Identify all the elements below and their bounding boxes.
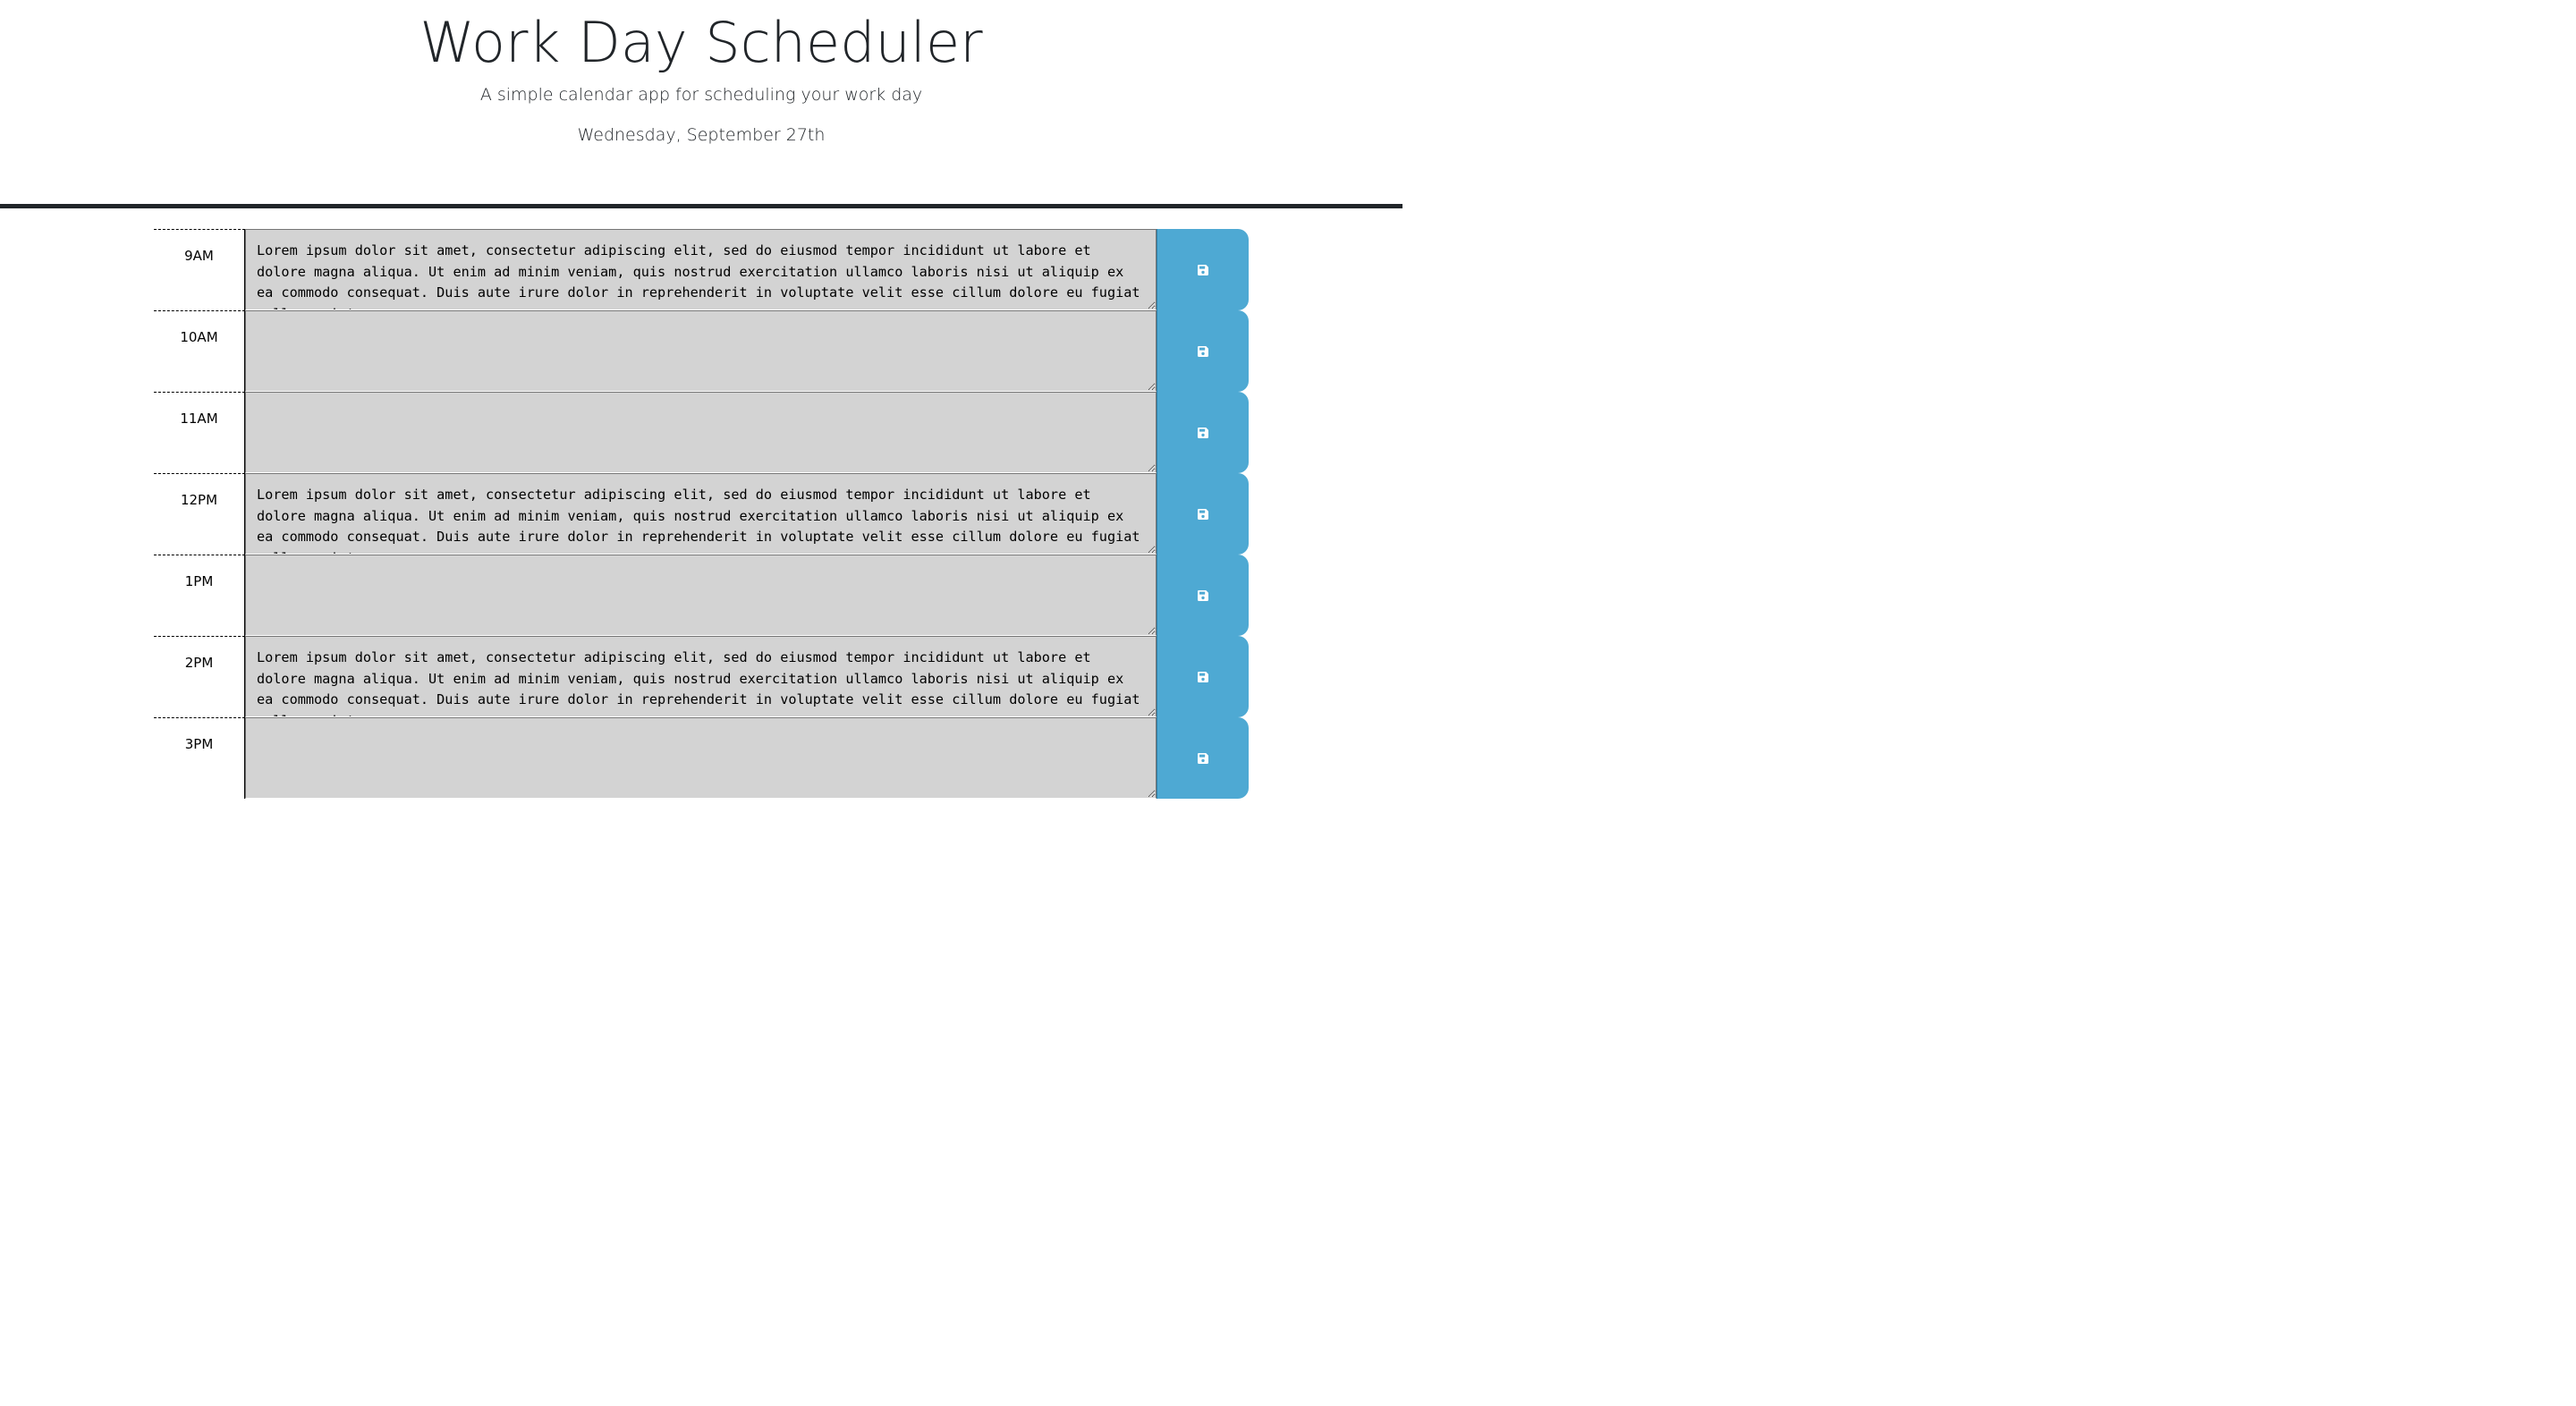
time-block-11am: 11AM [154,392,1249,473]
save-button[interactable] [1157,717,1249,799]
hour-label: 1PM [154,555,245,636]
schedule-container: 9AM Lorem ipsum dolor sit amet, consecte… [154,229,1249,799]
save-button[interactable] [1157,555,1249,636]
hour-description-input[interactable]: Lorem ipsum dolor sit amet, consectetur … [245,636,1157,717]
header-divider [0,204,1402,208]
time-block-1pm: 1PM [154,555,1249,636]
hour-label: 2PM [154,636,245,717]
hour-description-input[interactable] [245,717,1157,799]
save-button[interactable] [1157,229,1249,310]
hour-description-input[interactable] [245,555,1157,636]
hour-description-input[interactable] [245,310,1157,392]
page-subtitle: A simple calendar app for scheduling you… [479,85,923,105]
floppy-disk-icon [1198,427,1208,438]
time-block-3pm: 3PM [154,717,1249,799]
hour-label: 3PM [154,717,245,799]
floppy-disk-icon [1198,345,1208,357]
floppy-disk-icon [1198,752,1208,764]
page-header: Work Day Scheduler A simple calendar app… [0,0,1402,204]
time-block-2pm: 2PM Lorem ipsum dolor sit amet, consecte… [154,636,1249,717]
save-button[interactable] [1157,310,1249,392]
floppy-disk-icon [1198,264,1208,275]
hour-description-input[interactable]: Lorem ipsum dolor sit amet, consectetur … [245,473,1157,555]
floppy-disk-icon [1198,589,1208,601]
floppy-disk-icon [1198,508,1208,520]
hour-label: 9AM [154,229,245,310]
save-button[interactable] [1157,392,1249,473]
floppy-disk-icon [1198,671,1208,682]
hour-label: 11AM [154,392,245,473]
save-button[interactable] [1157,473,1249,555]
page-title: Work Day Scheduler [419,10,983,75]
time-block-9am: 9AM Lorem ipsum dolor sit amet, consecte… [154,229,1249,310]
current-day: Wednesday, September 27th [577,125,826,145]
hour-label: 10AM [154,310,245,392]
save-button[interactable] [1157,636,1249,717]
time-block-10am: 10AM [154,310,1249,392]
time-block-12pm: 12PM Lorem ipsum dolor sit amet, consect… [154,473,1249,555]
hour-label: 12PM [154,473,245,555]
hour-description-input[interactable]: Lorem ipsum dolor sit amet, consectetur … [245,229,1157,310]
hour-description-input[interactable] [245,392,1157,473]
